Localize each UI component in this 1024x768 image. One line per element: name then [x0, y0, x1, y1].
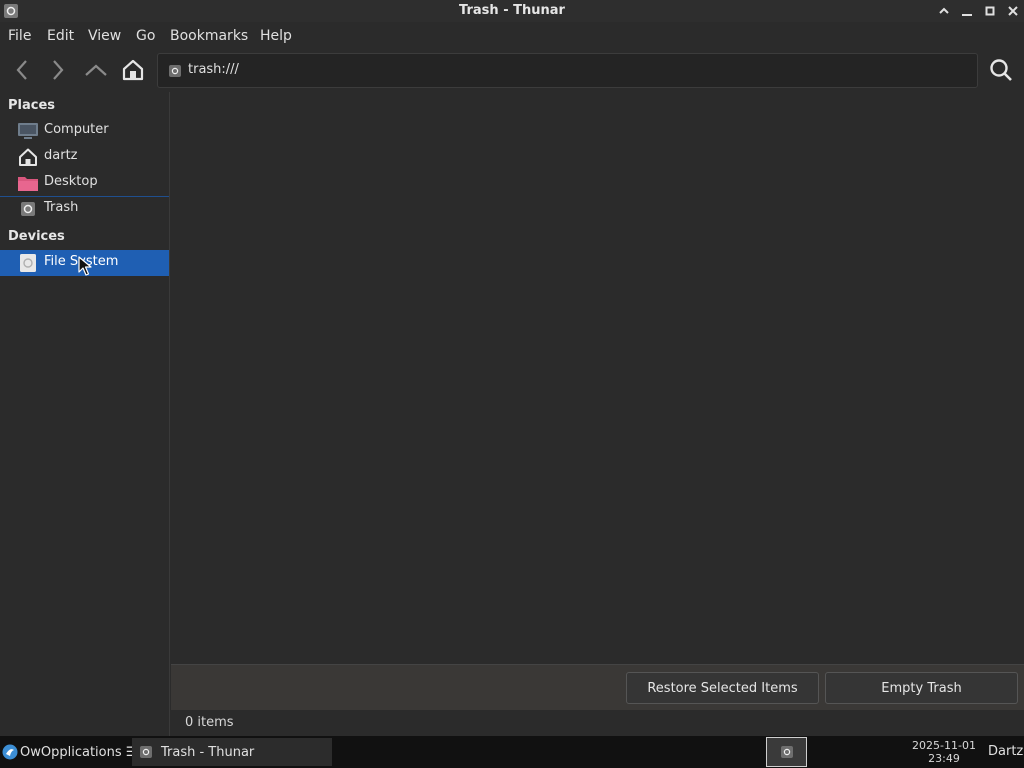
title-bar[interactable]: Trash - Thunar	[0, 0, 1024, 22]
home-icon	[122, 59, 144, 81]
minimize-button[interactable]	[958, 2, 976, 20]
devices-header: Devices	[8, 229, 65, 244]
shade-button[interactable]	[935, 2, 953, 20]
up-button[interactable]	[82, 56, 110, 84]
trash-icon	[140, 746, 152, 758]
sidebar-item-desktop[interactable]: Desktop	[0, 170, 169, 196]
empty-trash-button[interactable]: Empty Trash	[825, 672, 1018, 704]
trash-icon	[780, 746, 793, 758]
taskbar-window-thunar[interactable]: Trash - Thunar	[132, 738, 332, 766]
sidebar-item-label: dartz	[44, 148, 78, 163]
taskbar-window-label: Trash - Thunar	[161, 744, 255, 760]
close-button[interactable]	[1004, 2, 1022, 20]
window-title: Trash - Thunar	[459, 3, 565, 18]
clock[interactable]: 2025-11-01 23:49	[906, 739, 982, 765]
sidebar-item-home[interactable]: dartz	[0, 144, 169, 170]
home-button[interactable]	[119, 56, 147, 84]
mouse-cursor-icon	[78, 256, 92, 276]
minimize-icon	[962, 14, 972, 16]
sidebar: Places Computer dartz Desktop Trash Devi…	[0, 92, 170, 736]
menu-go[interactable]: Go	[136, 28, 155, 44]
folder-icon	[18, 177, 38, 191]
sidebar-item-trash[interactable]: Trash	[0, 196, 169, 222]
file-view[interactable]	[171, 92, 1024, 664]
toolbar: trash:///	[0, 50, 1024, 92]
menu-file[interactable]: File	[8, 28, 31, 44]
clock-time: 23:49	[928, 752, 960, 765]
sidebar-item-label: Desktop	[44, 174, 98, 189]
location-path[interactable]: trash:///	[188, 62, 239, 77]
menu-bookmarks[interactable]: Bookmarks	[170, 28, 248, 44]
computer-icon	[18, 123, 38, 139]
chevron-left-icon	[16, 60, 27, 80]
applications-menu-label: OwOpplications ☰	[20, 744, 138, 760]
sidebar-item-label: Computer	[44, 122, 109, 137]
menu-help[interactable]: Help	[260, 28, 292, 44]
maximize-button[interactable]	[981, 2, 999, 20]
location-bar[interactable]: trash:///	[157, 53, 978, 88]
trash-icon	[21, 202, 35, 216]
trash-icon	[169, 65, 181, 77]
taskbar: OwOpplications ☰ Trash - Thunar 2025-11-…	[0, 736, 1024, 768]
restore-selected-button[interactable]: Restore Selected Items	[626, 672, 819, 704]
search-icon	[990, 59, 1012, 81]
app-launcher-icon	[2, 744, 18, 760]
user-name[interactable]: Dartz	[988, 744, 1023, 759]
trash-action-bar: Restore Selected Items Empty Trash	[171, 664, 1024, 710]
forward-button[interactable]	[44, 56, 72, 84]
back-button[interactable]	[8, 56, 36, 84]
chevron-up-icon	[939, 7, 949, 14]
menu-edit[interactable]: Edit	[47, 28, 74, 44]
applications-menu-button[interactable]: OwOpplications ☰	[0, 736, 137, 768]
chevron-right-icon	[53, 60, 64, 80]
sidebar-item-computer[interactable]: Computer	[0, 118, 169, 144]
chevron-up-icon	[85, 64, 107, 76]
workspace-pager[interactable]	[766, 737, 807, 767]
status-bar: 0 items	[171, 710, 1024, 736]
home-icon	[19, 148, 37, 166]
item-count: 0 items	[185, 715, 234, 730]
menu-view[interactable]: View	[88, 28, 121, 44]
search-button[interactable]	[987, 56, 1015, 84]
sidebar-item-label: Trash	[44, 200, 79, 215]
menu-bar: File Edit View Go Bookmarks Help	[0, 22, 1024, 50]
places-header: Places	[8, 98, 56, 113]
clock-date: 2025-11-01	[912, 739, 976, 752]
drive-icon	[20, 254, 36, 272]
restore-icon	[985, 6, 995, 16]
close-icon	[1008, 6, 1018, 16]
